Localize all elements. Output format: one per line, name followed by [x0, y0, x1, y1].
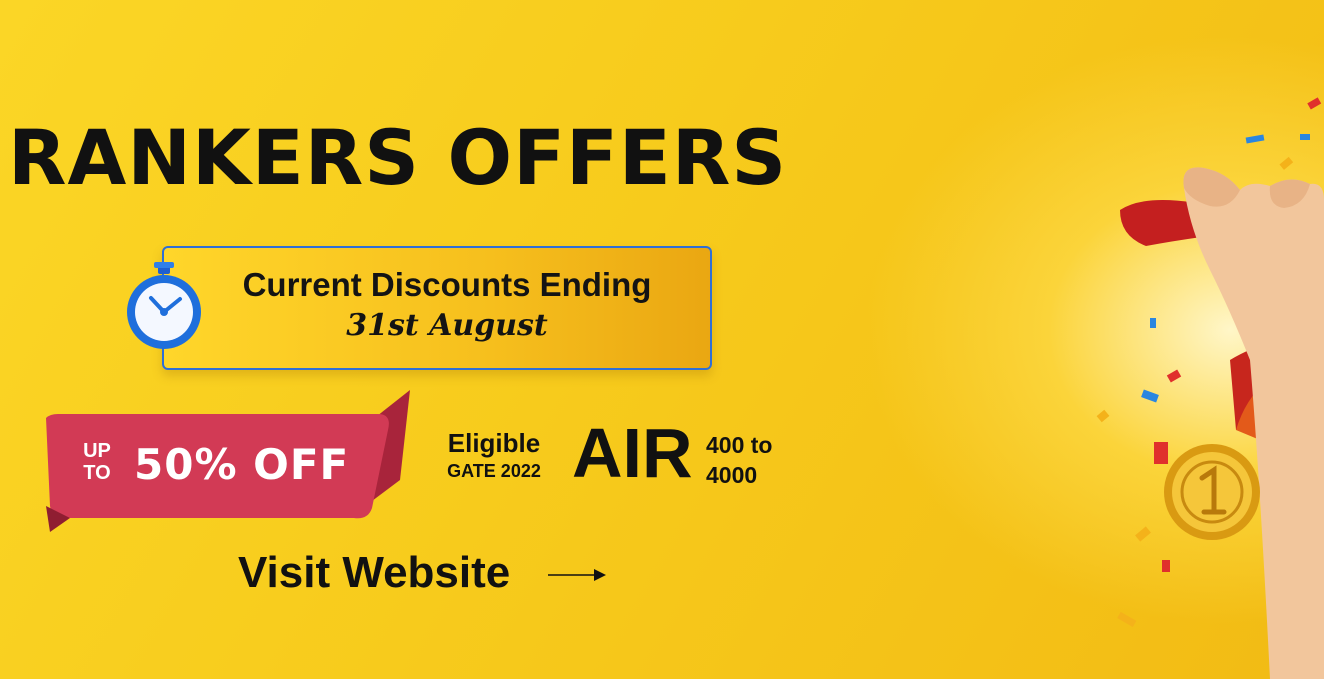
- exam-label: GATE 2022: [447, 461, 541, 481]
- offer-up-to: UP TO: [80, 440, 114, 484]
- offer-up-to-line1: UP: [83, 440, 111, 462]
- eligibility-text: Eligible GATE 2022: [440, 428, 548, 484]
- air-range: 400 to 4000: [706, 430, 796, 490]
- air-label: AIR: [572, 414, 693, 492]
- medal-hand-illustration: [1096, 97, 1324, 679]
- air-range-line2: 4000: [706, 462, 758, 488]
- eligible-label: Eligible: [447, 428, 541, 458]
- discount-box: Current Discounts Ending 31st August: [162, 246, 712, 370]
- stopwatch-icon: [127, 262, 201, 349]
- offer-amount: 50% OFF: [134, 440, 350, 489]
- visit-website-link[interactable]: Visit Website: [238, 548, 510, 598]
- discount-title: Current Discounts Ending: [242, 266, 652, 303]
- air-range-line1: 400 to: [706, 432, 773, 458]
- arrow-right-icon[interactable]: [548, 564, 610, 586]
- headline: RANKERS OFFERS: [8, 113, 788, 202]
- offer-up-to-line2: TO: [83, 462, 111, 484]
- discount-date: 31st August: [346, 308, 548, 343]
